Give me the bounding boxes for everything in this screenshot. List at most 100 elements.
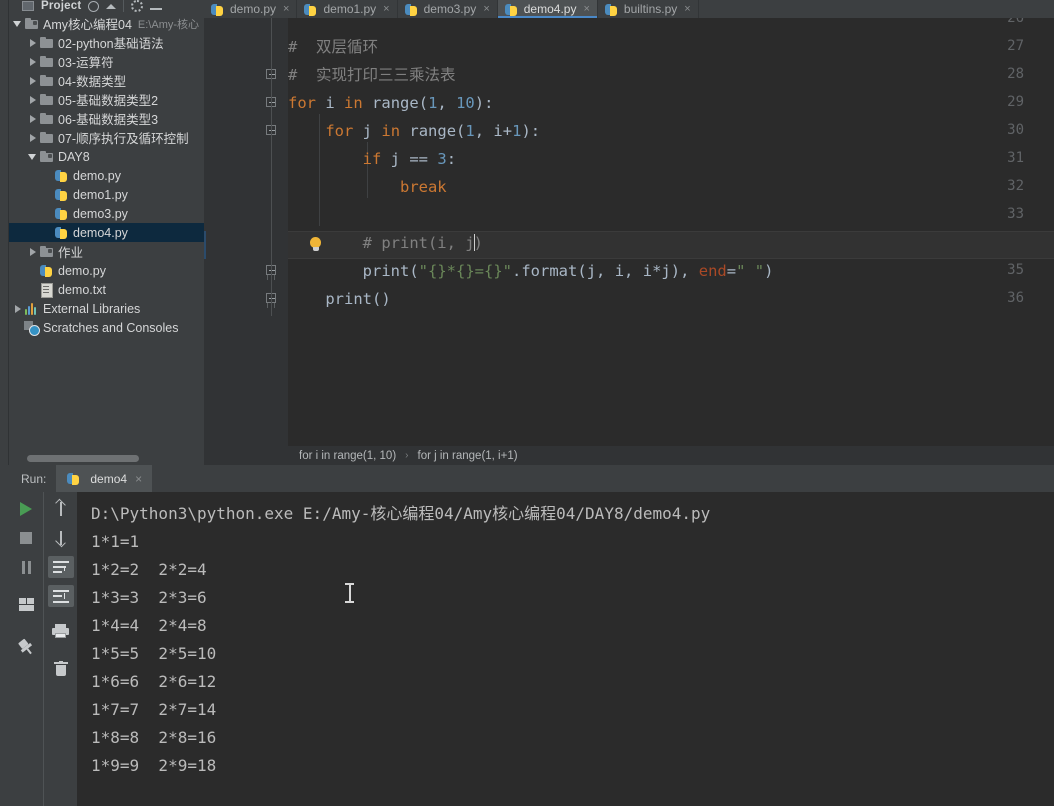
editor-tab-demo1[interactable]: demo1.py × bbox=[297, 0, 398, 18]
console-output[interactable]: D:\Python3\python.exe E:/Amy-核心编程04/Amy核… bbox=[77, 492, 1054, 806]
tree-item-demo-py[interactable]: demo.py bbox=[9, 261, 204, 280]
editor-area: demo.py × demo1.py × demo3.py × demo4.py × built… bbox=[204, 0, 1054, 465]
pin-button[interactable] bbox=[13, 636, 39, 658]
code-line-34[interactable]: # print(i, j) bbox=[288, 229, 483, 257]
breadcrumb-item-0[interactable]: for i in range(1, 10) bbox=[299, 450, 396, 462]
left-tool-rail-bottom[interactable]: Favorites bbox=[0, 465, 9, 806]
chevron-down-icon[interactable] bbox=[11, 14, 24, 33]
run-config-tab[interactable]: demo4 × bbox=[56, 465, 153, 492]
editor-tab-demo[interactable]: demo.py × bbox=[204, 0, 298, 18]
code-text[interactable]: # 双层循环 # 实现打印三三乘法表 for i in range(1, 10): … bbox=[288, 18, 1054, 446]
chevron-right-icon[interactable] bbox=[11, 299, 24, 318]
code-line-35[interactable]: print("{}*{}={}".format(j, i, i*j), end=… bbox=[288, 257, 774, 285]
tree-item-06-3[interactable]: 06-基础数据类型3 bbox=[9, 109, 204, 128]
editor-tab-demo4[interactable]: demo4.py × bbox=[497, 0, 598, 18]
project-icon[interactable] bbox=[22, 1, 34, 11]
editor-tab-bar[interactable]: demo.py × demo1.py × demo3.py × demo4.py × built… bbox=[204, 0, 1054, 18]
tree-item-external-libraries[interactable]: External Libraries bbox=[9, 299, 204, 318]
run-toolbar[interactable] bbox=[9, 492, 77, 806]
tree-item-demo-py[interactable]: demo.py bbox=[9, 166, 204, 185]
close-icon[interactable]: × bbox=[383, 3, 389, 15]
chevron-right-icon[interactable] bbox=[26, 128, 39, 147]
fold-marker-29[interactable] bbox=[266, 97, 277, 117]
close-icon[interactable]: × bbox=[283, 3, 289, 15]
tree-item-label: Scratches and Consoles bbox=[43, 320, 179, 335]
tree-item-02-python[interactable]: 02-python基础语法 bbox=[9, 33, 204, 52]
chevron-right-icon[interactable] bbox=[26, 109, 39, 128]
chevron-right-icon[interactable] bbox=[26, 33, 39, 52]
target-icon[interactable] bbox=[88, 0, 100, 12]
console-line-3: 1*4=4 2*4=8 bbox=[91, 616, 207, 635]
code-editor[interactable]: 2627282930313233343536 # 双层循环# 实现打印三三乘法表… bbox=[204, 18, 1054, 446]
pause-button[interactable] bbox=[13, 556, 39, 578]
editor-gutter[interactable] bbox=[204, 18, 288, 446]
source-folder-icon bbox=[39, 244, 54, 259]
code-line-28[interactable]: # 实现打印三三乘法表 bbox=[288, 61, 456, 89]
breadcrumb-item-1[interactable]: for j in range(1, i+1) bbox=[418, 450, 518, 462]
tree-item-demo-txt[interactable]: demo.txt bbox=[9, 280, 204, 299]
code-line-30[interactable]: for j in range(1, i+1): bbox=[288, 117, 540, 145]
tree-item-03[interactable]: 03-运算符 bbox=[9, 52, 204, 71]
tree-item-label: demo3.py bbox=[73, 206, 128, 221]
code-line-29[interactable]: for i in range(1, 10): bbox=[288, 89, 493, 117]
fold-marker-36[interactable] bbox=[266, 293, 277, 308]
tree-item-[interactable]: 作业 bbox=[9, 242, 204, 261]
scroll-to-end-button[interactable] bbox=[47, 585, 74, 607]
code-line-27[interactable]: # 双层循环 bbox=[288, 33, 378, 61]
minimize-icon[interactable] bbox=[150, 8, 163, 10]
gear-icon[interactable] bbox=[131, 0, 144, 12]
rerun-button[interactable] bbox=[13, 498, 39, 520]
tree-item-demo4-py[interactable]: demo4.py bbox=[9, 223, 204, 242]
code-line-31[interactable]: if j == 3: bbox=[288, 145, 456, 173]
chevron-right-icon[interactable] bbox=[26, 71, 39, 90]
clear-all-button[interactable] bbox=[48, 657, 74, 679]
layout-button[interactable] bbox=[13, 593, 39, 615]
main-toolbar: Project bbox=[0, 0, 204, 13]
close-icon[interactable]: × bbox=[483, 3, 489, 15]
tree-item-04[interactable]: 04-数据类型 bbox=[9, 71, 204, 90]
chevron-right-icon[interactable] bbox=[26, 90, 39, 109]
fold-marker-35[interactable] bbox=[266, 265, 277, 280]
tree-item-scratches-and-consoles[interactable]: Scratches and Consoles bbox=[9, 318, 204, 337]
code-line-32[interactable]: break bbox=[288, 173, 447, 201]
chevron-down-icon[interactable] bbox=[26, 147, 39, 166]
editor-tab-demo3[interactable]: demo3.py × bbox=[397, 0, 498, 18]
console-command: D:\Python3\python.exe E:/Amy-核心编程04/Amy核… bbox=[91, 504, 711, 523]
breadcrumb[interactable]: for i in range(1, 10) › for j in range(1… bbox=[204, 446, 1054, 465]
fold-marker-28[interactable] bbox=[266, 69, 277, 89]
tree-item-07[interactable]: 07-顺序执行及循环控制 bbox=[9, 128, 204, 147]
tree-item-label: demo.py bbox=[58, 263, 106, 278]
chevron-right-icon[interactable] bbox=[26, 52, 39, 71]
fold-marker-30[interactable] bbox=[266, 125, 277, 145]
chevron-right-icon[interactable] bbox=[26, 242, 39, 261]
project-horizontal-scrollbar[interactable] bbox=[27, 455, 139, 462]
tree-item-label: demo.py bbox=[73, 168, 121, 183]
tree-item-amy-04[interactable]: Amy核心编程04 E:\Amy-核心 bbox=[9, 14, 204, 33]
tree-item-demo3-py[interactable]: demo3.py bbox=[9, 204, 204, 223]
code-line-36[interactable]: print() bbox=[288, 285, 390, 313]
run-config-label: demo4 bbox=[90, 471, 128, 486]
close-icon[interactable]: × bbox=[135, 473, 142, 485]
close-icon[interactable]: × bbox=[583, 3, 589, 15]
folder-icon bbox=[39, 35, 54, 50]
tree-item-05-2[interactable]: 05-基础数据类型2 bbox=[9, 90, 204, 109]
tree-item-label: 04-数据类型 bbox=[58, 75, 127, 89]
scroll-up-button[interactable] bbox=[48, 498, 74, 520]
python-file-icon bbox=[210, 2, 225, 17]
stop-button[interactable] bbox=[13, 527, 39, 549]
tree-item-day8[interactable]: DAY8 bbox=[9, 147, 204, 166]
editor-tab-builtins[interactable]: builtins.py × bbox=[597, 0, 699, 18]
scroll-to-end-icon bbox=[52, 589, 69, 603]
project-tool-window[interactable]: Amy核心编程04 E:\Amy-核心 02-python基础语法 03-运算符 04-… bbox=[9, 13, 204, 465]
scroll-down-button[interactable] bbox=[48, 527, 74, 549]
collapse-icon[interactable] bbox=[106, 3, 117, 9]
project-tree[interactable]: Amy核心编程04 E:\Amy-核心 02-python基础语法 03-运算符 04-… bbox=[9, 13, 204, 337]
close-icon[interactable]: × bbox=[684, 3, 690, 15]
editor-tab-label: demo3.py bbox=[423, 2, 477, 16]
text-file-icon bbox=[39, 282, 54, 298]
soft-wrap-button[interactable] bbox=[47, 556, 74, 578]
left-tool-rail[interactable]: Project bbox=[0, 0, 9, 465]
print-button[interactable] bbox=[48, 620, 74, 642]
tree-item-demo1-py[interactable]: demo1.py bbox=[9, 185, 204, 204]
